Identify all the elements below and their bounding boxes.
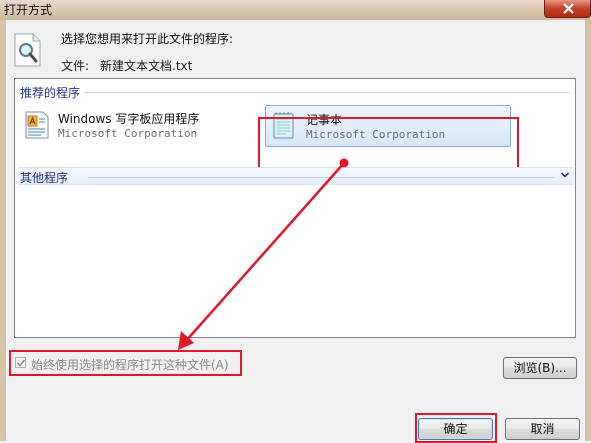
program-company: Microsoft Corporation <box>58 127 198 140</box>
group-divider <box>88 177 554 178</box>
always-use-label: 始终使用选择的程序打开这种文件(A) <box>31 358 229 372</box>
ok-button[interactable]: 确定 <box>418 418 493 440</box>
always-use-checkbox[interactable] <box>15 357 26 368</box>
program-list[interactable]: 推荐的程序 Windows 写字板应用程序 Microsoft Corporat… <box>14 78 576 338</box>
program-item-notepad[interactable]: 记事本 Microsoft Corporation <box>265 105 511 147</box>
check-icon <box>16 359 26 367</box>
title-bar: 打开方式 <box>0 0 591 20</box>
program-item-wordpad[interactable]: Windows 写字板应用程序 Microsoft Corporation <box>18 105 248 145</box>
program-name: 记事本 <box>306 113 343 127</box>
file-label: 文件: <box>61 59 90 73</box>
chevron-down-icon[interactable] <box>560 170 570 180</box>
wordpad-icon <box>25 111 49 139</box>
program-name: Windows 写字板应用程序 <box>58 112 200 126</box>
other-programs-header[interactable]: 其他程序 <box>18 167 574 185</box>
program-company: Microsoft Corporation <box>306 128 446 141</box>
browse-button[interactable]: 浏览(B)... <box>503 357 577 379</box>
recommended-programs-header: 推荐的程序 <box>18 83 574 101</box>
notepad-icon <box>273 112 294 139</box>
cancel-button[interactable]: 取消 <box>505 418 580 440</box>
always-use-option: 始终使用选择的程序打开这种文件(A) <box>9 350 242 376</box>
prompt-text: 选择您想用来打开此文件的程序: <box>61 32 234 46</box>
recommended-programs-label: 推荐的程序 <box>20 86 81 100</box>
close-icon <box>563 3 574 14</box>
window-title: 打开方式 <box>4 3 53 17</box>
group-divider <box>84 92 570 93</box>
window-frame-right <box>585 20 591 441</box>
file-name: 新建文本文档.txt <box>100 59 193 73</box>
dialog-body: 选择您想用来打开此文件的程序: 文件: 新建文本文档.txt 推荐的程序 Win… <box>6 20 585 443</box>
file-search-icon <box>14 33 41 67</box>
close-button[interactable] <box>544 0 591 18</box>
other-programs-label: 其他程序 <box>20 171 69 185</box>
